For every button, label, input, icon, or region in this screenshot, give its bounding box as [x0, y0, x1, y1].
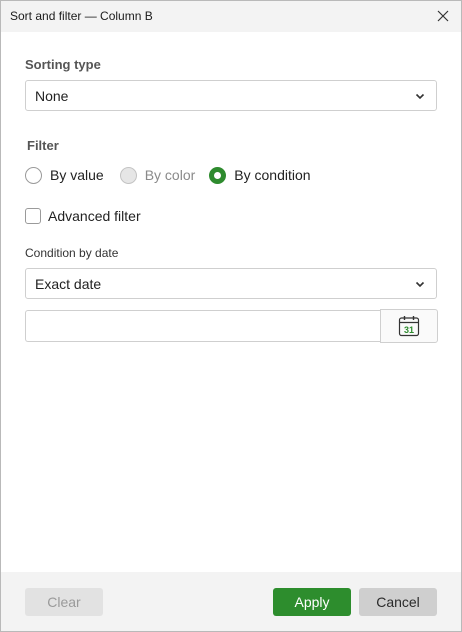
filter-type-group: By value By color By condition — [25, 164, 311, 186]
apply-button[interactable]: Apply — [273, 588, 351, 616]
filter-label: Filter — [27, 138, 59, 153]
radio-circle — [119, 166, 137, 184]
sort-filter-dialog: Sort and filter — Column B Sorting type … — [0, 0, 462, 632]
calendar-button[interactable]: 31 — [380, 309, 438, 343]
advanced-filter-label: Advanced filter — [48, 208, 141, 224]
sorting-type-label: Sorting type — [25, 57, 101, 72]
radio-circle — [209, 166, 227, 184]
radio-by-color[interactable]: By color — [119, 166, 196, 184]
advanced-filter-checkbox[interactable] — [25, 208, 41, 224]
dialog-footer: Clear Apply Cancel — [1, 572, 461, 631]
condition-value: Exact date — [35, 275, 102, 292]
chevron-down-icon — [415, 93, 425, 100]
close-icon — [437, 10, 449, 22]
date-input[interactable] — [25, 310, 381, 342]
sorting-type-select[interactable]: None — [25, 80, 437, 111]
title-bar: Sort and filter — Column B — [1, 1, 461, 32]
clear-button[interactable]: Clear — [25, 588, 103, 616]
calendar-icon: 31 — [398, 316, 420, 337]
radio-by-condition[interactable]: By condition — [209, 166, 311, 184]
condition-by-date-label: Condition by date — [25, 246, 119, 260]
sorting-type-value: None — [35, 87, 69, 104]
close-button[interactable] — [431, 5, 455, 27]
calendar-day: 31 — [404, 325, 414, 335]
radio-label: By value — [50, 167, 104, 183]
advanced-filter-toggle[interactable]: Advanced filter — [25, 208, 141, 224]
chevron-down-icon — [415, 281, 425, 288]
dialog-title: Sort and filter — Column B — [10, 9, 153, 23]
radio-circle — [25, 166, 42, 184]
radio-by-value[interactable]: By value — [25, 166, 104, 184]
radio-label: By condition — [234, 167, 311, 183]
cancel-button[interactable]: Cancel — [359, 588, 437, 616]
condition-select[interactable]: Exact date — [25, 268, 437, 299]
radio-label: By color — [144, 167, 196, 183]
